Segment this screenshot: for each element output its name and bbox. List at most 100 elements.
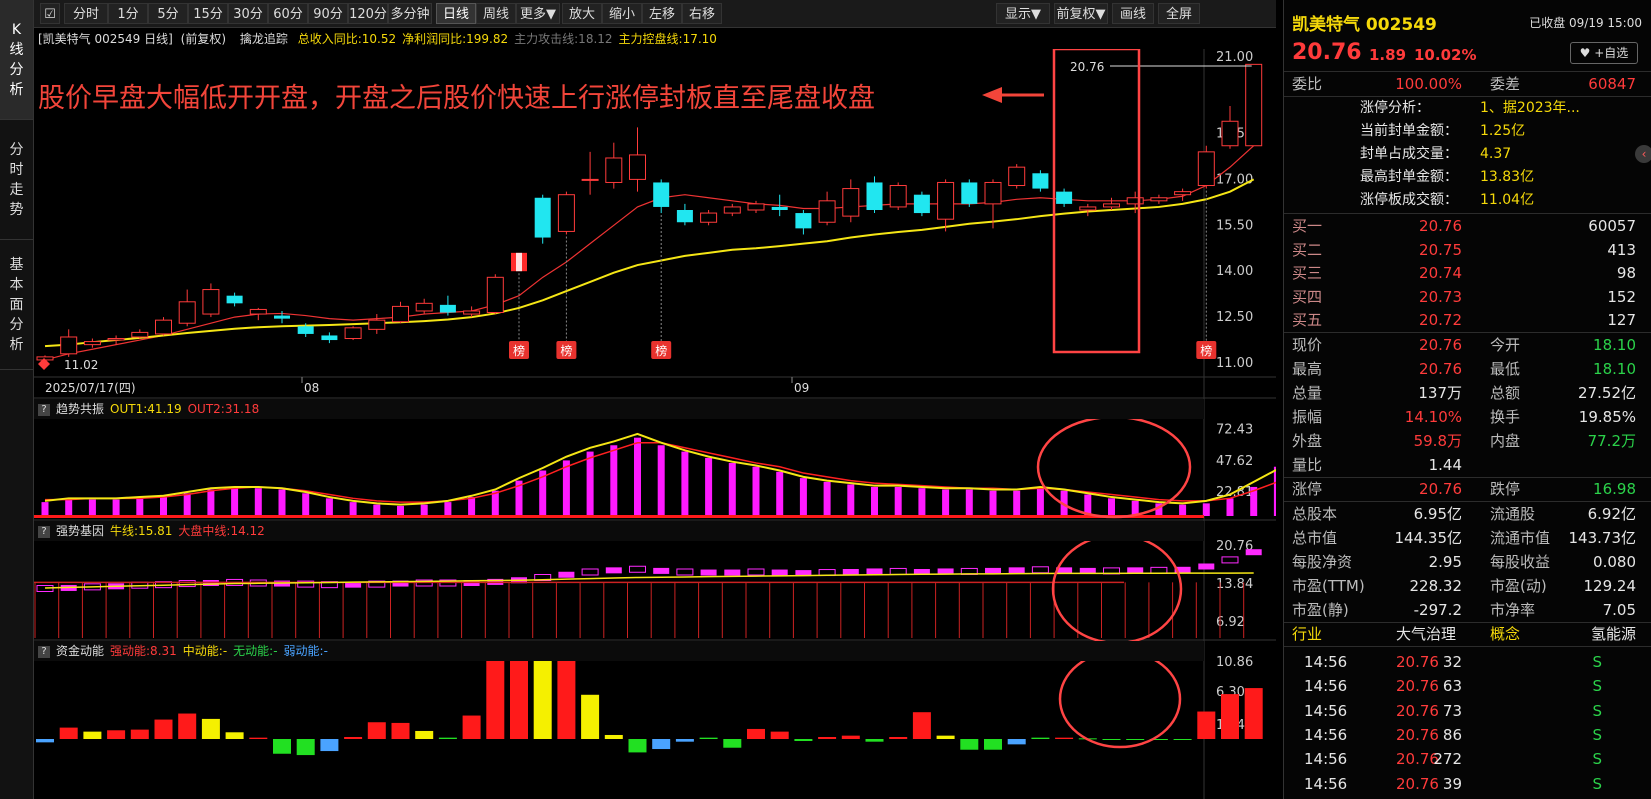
period-button[interactable]: 放大 [562, 3, 602, 24]
candle[interactable] [1174, 188, 1192, 201]
tab-kline-analysis[interactable]: K线分析 [0, 0, 33, 120]
candle[interactable] [534, 194, 551, 244]
period-button[interactable]: 分时 [64, 3, 108, 24]
toolbar-right-button[interactable]: 前复权▼ [1054, 3, 1108, 24]
candle[interactable] [889, 182, 907, 210]
candle[interactable] [83, 338, 101, 348]
period-button[interactable]: 120分 [348, 3, 388, 24]
fund-bar [486, 655, 505, 739]
toolbar-right-button[interactable]: 画线 [1112, 3, 1154, 24]
candle[interactable] [605, 142, 623, 189]
stat-row: 市盈(静) -297.2 市净率 7.05 [1284, 598, 1651, 622]
candle[interactable] [818, 191, 836, 226]
period-button[interactable]: 更多▼ [516, 3, 560, 24]
period-button[interactable]: 缩小 [602, 3, 642, 24]
period-button[interactable]: 日线 [436, 3, 476, 24]
candle[interactable] [866, 176, 883, 214]
candle[interactable] [557, 191, 575, 235]
candle[interactable] [937, 179, 955, 232]
help-icon[interactable]: ? [38, 525, 50, 538]
fund-bar [367, 722, 386, 739]
candle[interactable] [202, 283, 220, 318]
candle[interactable] [226, 292, 243, 307]
industry-value[interactable]: 大气治理 [1396, 622, 1456, 646]
toolbar-right-button[interactable]: 全屏 [1158, 3, 1200, 24]
candle[interactable] [1008, 164, 1026, 189]
candle[interactable] [274, 310, 290, 324]
candle[interactable] [368, 314, 386, 334]
candle[interactable] [842, 179, 860, 223]
fund-bar [296, 739, 315, 756]
candle[interactable] [131, 329, 149, 339]
candle[interactable] [676, 203, 693, 226]
candle[interactable] [700, 210, 718, 226]
bid-row: 买三 20.74 98 [1284, 261, 1651, 285]
stat-value: 2.95 [1428, 553, 1462, 571]
chart-area[interactable]: 21.0018.5017.0015.5014.0012.5011.00榜榜榜榜1… [34, 49, 1276, 799]
fund-bar [1007, 739, 1026, 745]
candle[interactable] [249, 307, 267, 321]
candle[interactable] [321, 332, 338, 344]
candle[interactable] [795, 210, 812, 235]
tab-intraday[interactable]: 分时走势 [0, 120, 33, 240]
candle[interactable] [1221, 105, 1239, 149]
help-icon[interactable]: ? [38, 403, 50, 416]
trend-bar [728, 462, 736, 516]
period-button[interactable]: 90分 [308, 3, 348, 24]
candle[interactable] [178, 289, 196, 327]
stat-label: 最低 [1490, 360, 1521, 378]
limit-info-value: 11.04亿 [1480, 192, 1535, 208]
collapse-arrow-icon[interactable]: ‹ [1635, 145, 1651, 163]
candle[interactable] [1079, 203, 1097, 217]
candle[interactable] [1245, 63, 1263, 147]
period-button[interactable]: 30分 [228, 3, 268, 24]
tab-fundamentals[interactable]: 基本面分析 [0, 240, 33, 370]
candle[interactable] [913, 191, 930, 217]
fund-bar [391, 722, 410, 739]
period-button[interactable]: 左移 [642, 3, 682, 24]
candle[interactable] [415, 298, 433, 315]
candle[interactable] [1150, 194, 1168, 204]
period-button[interactable]: 周线 [476, 3, 516, 24]
candle[interactable] [1032, 170, 1049, 192]
candle[interactable] [155, 317, 172, 336]
candle[interactable] [723, 203, 741, 217]
candle[interactable] [60, 329, 78, 357]
candle[interactable] [392, 301, 409, 324]
trend-bar [325, 498, 333, 516]
period-button[interactable]: 右移 [682, 3, 722, 24]
candle[interactable] [511, 252, 527, 272]
candle[interactable] [653, 179, 670, 214]
period-button[interactable]: 5分 [148, 3, 188, 24]
indicator-name[interactable]: 擒龙追踪 [240, 32, 288, 46]
candle[interactable] [1126, 191, 1144, 214]
add-watchlist-button[interactable]: ♥ +自选 [1570, 42, 1638, 64]
candle[interactable] [486, 274, 504, 315]
candle[interactable] [1056, 188, 1073, 207]
adjust-label: (前复权) [180, 32, 227, 46]
limit-info-value: 4.37 [1480, 146, 1512, 162]
candle[interactable] [344, 326, 362, 341]
panel-value: 中动能:- [182, 644, 228, 658]
checkbox-icon[interactable]: ☑ [40, 3, 60, 24]
trend-baseline [34, 515, 1204, 518]
candle[interactable] [961, 179, 978, 207]
period-button[interactable]: 1分 [108, 3, 148, 24]
toolbar-right-button[interactable]: 显示▼ [996, 3, 1050, 24]
concept-value[interactable]: 氢能源 [1591, 622, 1636, 646]
candle[interactable] [581, 151, 599, 195]
fund-bar [1221, 694, 1239, 739]
stat-value: 228.32 [1409, 577, 1463, 595]
candle[interactable] [1103, 197, 1120, 210]
tick-price: 20.76 [1396, 701, 1439, 720]
candle[interactable] [629, 127, 646, 192]
period-button[interactable]: 多分钟 [388, 3, 432, 24]
period-button[interactable]: 60分 [268, 3, 308, 24]
help-icon[interactable]: ? [38, 645, 50, 658]
limit-info-row: 当前封单金额： 1.25亿 [1284, 120, 1651, 143]
fund-bar [984, 739, 1002, 750]
limit-info-label: 最高封单金额： [1360, 169, 1458, 185]
strong-bar [724, 569, 741, 576]
candle[interactable] [1197, 145, 1215, 189]
period-button[interactable]: 15分 [188, 3, 228, 24]
